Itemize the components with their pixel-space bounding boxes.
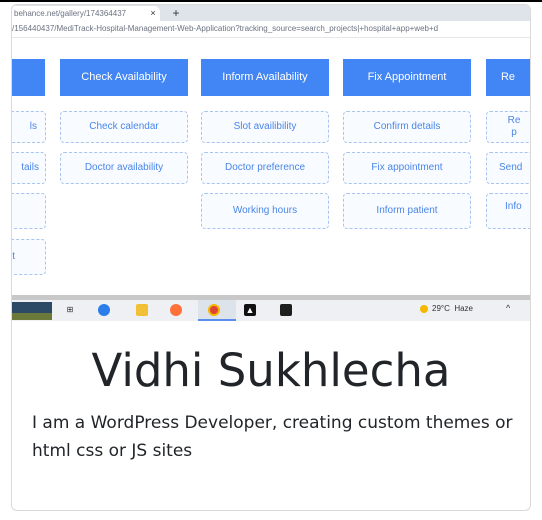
chrome-icon[interactable] bbox=[208, 304, 220, 316]
firefox-icon[interactable] bbox=[170, 304, 182, 316]
flow-cell-confirm-details: Confirm details bbox=[343, 111, 471, 143]
weather-temp: 29°C bbox=[432, 304, 450, 313]
flow-header-check-availability: Check Availability bbox=[60, 59, 188, 96]
wallpaper-thumbnail-icon bbox=[12, 302, 52, 320]
new-tab-icon[interactable]: + bbox=[170, 6, 182, 20]
address-url: /156440437/MediTrack-Hospital-Management… bbox=[12, 24, 439, 33]
weather-widget[interactable]: 29°C Haze bbox=[420, 304, 473, 313]
top-border bbox=[0, 0, 542, 2]
profile-bio: I am a WordPress Developer, creating cus… bbox=[32, 413, 513, 461]
flow-cell-slot-availibility: Slot availibility bbox=[201, 111, 329, 143]
tray-chevron-icon[interactable]: ^ bbox=[506, 303, 510, 313]
edge-browser-icon[interactable] bbox=[98, 304, 110, 316]
sun-icon bbox=[420, 304, 428, 313]
flow-header-inform-availability: Inform Availability bbox=[201, 59, 329, 96]
flow-header-fix-appointment: Fix Appointment bbox=[343, 59, 471, 96]
flow-cell-check-calendar: Check calendar bbox=[60, 111, 188, 143]
file-explorer-icon[interactable] bbox=[136, 304, 148, 316]
address-bar[interactable]: /156440437/MediTrack-Hospital-Management… bbox=[12, 21, 530, 38]
flow-cell-line: Re bbox=[507, 115, 521, 126]
flow-cell-cropped-right: Re p bbox=[486, 111, 530, 143]
browser-tab[interactable]: behance.net/gallery/174364437 × bbox=[12, 6, 160, 21]
flow-cell-cropped-right: Send bbox=[486, 152, 530, 184]
flow-cell-doctor-preference: Doctor preference bbox=[201, 152, 329, 184]
app-icon[interactable]: ▲ bbox=[244, 304, 256, 316]
flow-cell: ls bbox=[12, 111, 46, 143]
profile-name: Vidhi Sukhlecha bbox=[91, 344, 451, 397]
flow-cell-fix-appointment: Fix appointment bbox=[343, 152, 471, 184]
flow-cell: tails bbox=[12, 152, 46, 184]
flow-cell-working-hours: Working hours bbox=[201, 193, 329, 229]
figma-icon[interactable] bbox=[280, 304, 292, 316]
weather-desc: Haze bbox=[454, 304, 474, 313]
flow-header-cropped bbox=[12, 59, 45, 96]
flow-cell: t bbox=[12, 239, 46, 275]
flow-cell-doctor-availability: Doctor availability bbox=[60, 152, 188, 184]
project-screenshot: behance.net/gallery/174364437 × + /15644… bbox=[12, 5, 530, 321]
flow-cell-line: p bbox=[511, 127, 517, 138]
portfolio-card[interactable]: behance.net/gallery/174364437 × + /15644… bbox=[11, 4, 531, 511]
flow-cell-cropped-right: Info bbox=[486, 193, 530, 229]
flow-cell-inform-patient: Inform patient bbox=[343, 193, 471, 229]
flowchart: Check Availability Inform Availability F… bbox=[12, 38, 530, 295]
os-taskbar: ⊞ ▲ 29°C Haze ^ bbox=[12, 300, 530, 321]
close-icon[interactable]: × bbox=[148, 8, 158, 19]
task-view-icon[interactable]: ⊞ bbox=[64, 304, 76, 316]
browser-tab-bar: behance.net/gallery/174364437 × + bbox=[12, 5, 530, 21]
flow-header-cropped-right: Re bbox=[486, 59, 530, 96]
flow-cell bbox=[12, 193, 46, 229]
browser-tab-title: behance.net/gallery/174364437 bbox=[14, 9, 127, 18]
